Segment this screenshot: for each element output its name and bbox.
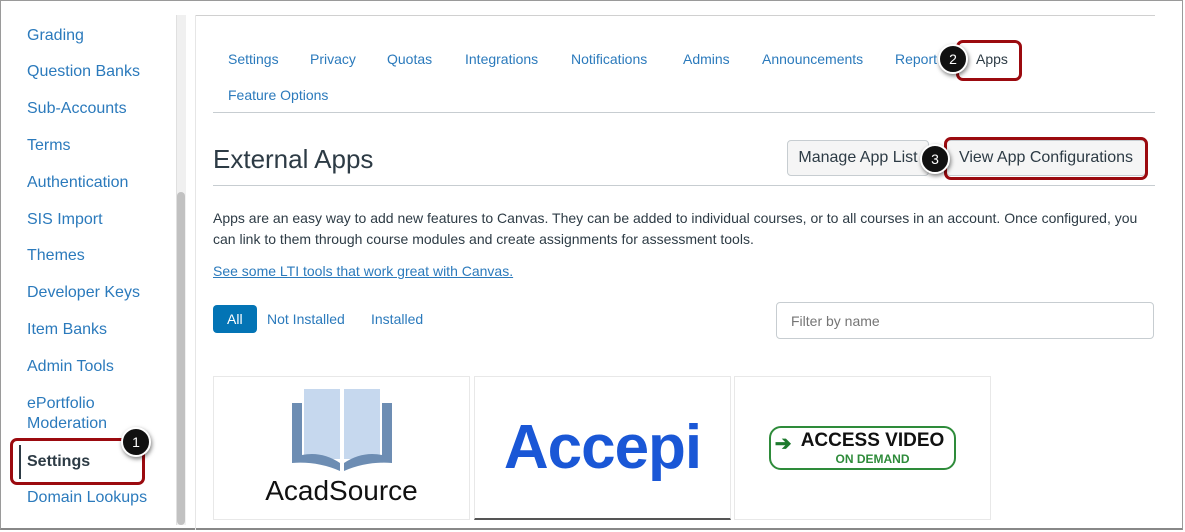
filter-by-name-input[interactable] xyxy=(776,302,1154,339)
filter-all[interactable]: All xyxy=(213,305,257,333)
filter-installed[interactable]: Installed xyxy=(357,305,437,333)
access-video-logo: ➔ ACCESS VIDEO ON DEMAND xyxy=(768,426,957,470)
tab-announcements[interactable]: Announcements xyxy=(762,51,863,67)
sidebar-item-domain-lookups[interactable]: Domain Lookups xyxy=(27,488,147,508)
sidebar-item-item-banks[interactable]: Item Banks xyxy=(27,320,107,340)
sidebar-item-eportfolio[interactable]: ePortfolio xyxy=(27,394,95,414)
apps-description: Apps are an easy way to add new features… xyxy=(213,210,1138,247)
callout-badge-1: 1 xyxy=(121,427,151,457)
tab-reports[interactable]: Report xyxy=(895,51,937,67)
sidebar-item-admin-tools[interactable]: Admin Tools xyxy=(27,357,114,377)
app-name-access-video: ACCESS VIDEO xyxy=(800,430,945,451)
tab-feature-options[interactable]: Feature Options xyxy=(228,87,328,103)
tab-quotas[interactable]: Quotas xyxy=(387,51,432,67)
tab-settings[interactable]: Settings xyxy=(228,51,279,67)
tabs-divider xyxy=(213,112,1155,113)
content-divider xyxy=(195,15,196,530)
sidebar-item-sub-accounts[interactable]: Sub-Accounts xyxy=(27,99,127,119)
tab-admins[interactable]: Admins xyxy=(683,51,730,67)
sidebar-item-authentication[interactable]: Authentication xyxy=(27,173,128,193)
app-card-accepi[interactable]: Accepi xyxy=(474,376,731,520)
callout-badge-3: 3 xyxy=(920,144,950,174)
sidebar-scrollbar-thumb[interactable] xyxy=(177,192,185,525)
callout-highlight-view-config xyxy=(944,137,1148,180)
manage-app-list-button[interactable]: Manage App List xyxy=(787,140,929,176)
callout-badge-2: 2 xyxy=(938,44,968,74)
book-icon xyxy=(291,389,392,471)
app-name-acadsource: AcadSource xyxy=(265,475,418,506)
app-card-acadsource[interactable]: AcadSource xyxy=(213,376,470,520)
filter-not-installed[interactable]: Not Installed xyxy=(253,305,359,333)
tab-notifications[interactable]: Notifications xyxy=(571,51,647,67)
sidebar-item-grading[interactable]: Grading xyxy=(27,26,84,46)
page-title: External Apps xyxy=(213,144,374,174)
sidebar-item-terms[interactable]: Terms xyxy=(27,136,71,156)
header-divider xyxy=(213,185,1155,186)
sidebar-item-developer-keys[interactable]: Developer Keys xyxy=(27,283,140,303)
app-name-accepi: Accepi xyxy=(503,413,702,482)
app-subname-access-video: ON DEMAND xyxy=(835,452,910,466)
app-card-access-video[interactable]: ➔ ACCESS VIDEO ON DEMAND xyxy=(734,376,991,520)
lti-tools-link[interactable]: See some LTI tools that work great with … xyxy=(213,263,513,279)
top-divider xyxy=(195,15,1155,16)
arrow-icon: ➔ xyxy=(774,433,792,455)
sidebar-item-question-banks[interactable]: Question Banks xyxy=(27,62,140,82)
sidebar-item-sis-import[interactable]: SIS Import xyxy=(27,210,103,230)
sidebar-item-themes[interactable]: Themes xyxy=(27,246,85,266)
sidebar-item-moderation[interactable]: Moderation xyxy=(27,414,107,434)
tab-privacy[interactable]: Privacy xyxy=(310,51,356,67)
tab-integrations[interactable]: Integrations xyxy=(465,51,538,67)
